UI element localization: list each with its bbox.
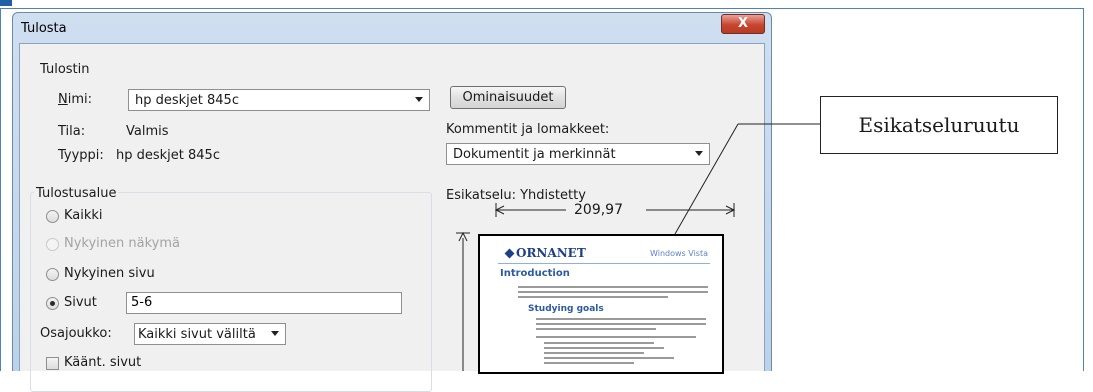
preview-doc-header: Windows Vista: [650, 249, 708, 258]
annotation-callout: Esikatseluruutu: [820, 96, 1058, 154]
preview-width-value: 209,97: [574, 202, 623, 218]
preview-text-line: [536, 328, 656, 330]
preview-text-line: [544, 342, 654, 344]
preview-text-line: [544, 347, 664, 349]
preview-doc-logo-text: ORNANET: [516, 246, 586, 260]
preview-text-line: [536, 336, 696, 338]
diamond-icon: [504, 248, 515, 259]
preview-text-line: [544, 352, 644, 354]
preview-text-line: [518, 286, 708, 288]
preview-text-line: [544, 362, 634, 364]
preview-text-line: [518, 291, 708, 293]
preview-doc-section: Studying goals: [528, 304, 604, 314]
preview-text-line: [544, 357, 674, 359]
preview-text-line: [536, 323, 706, 325]
preview-text-line: [518, 296, 668, 298]
preview-doc-intro: Introduction: [500, 268, 570, 279]
preview-doc-rule: [498, 263, 710, 264]
preview-text-line: [536, 318, 706, 320]
preview-doc-logo: ORNANET: [504, 246, 586, 260]
preview-page: ORNANET Windows Vista Introduction Study…: [478, 234, 724, 374]
callout-leader-line: [674, 123, 739, 235]
